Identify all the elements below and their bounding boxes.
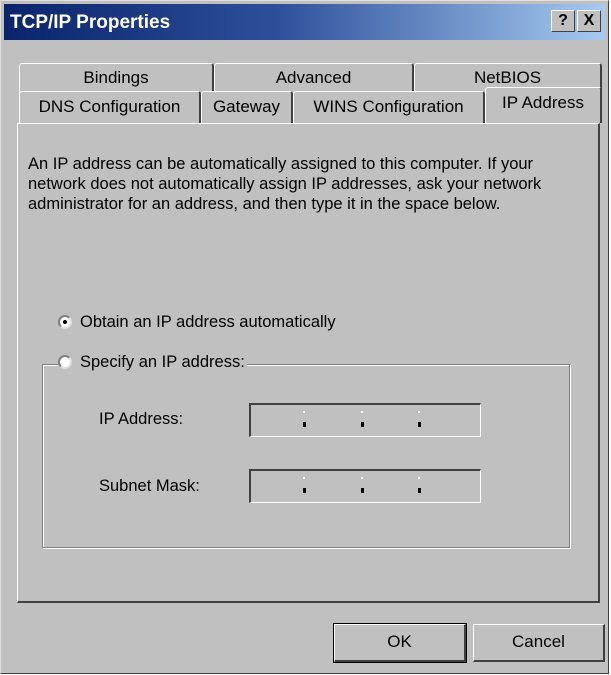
tab-ip-address[interactable]: IP Address — [485, 87, 602, 123]
tab-advanced[interactable]: Advanced — [214, 63, 414, 93]
ip-address-panel: An IP address can be automatically assig… — [17, 123, 600, 603]
cancel-button[interactable]: Cancel — [473, 624, 605, 662]
tab-row-front: DNS Configuration Gateway WINS Configura… — [19, 87, 602, 123]
tab-wins-configuration[interactable]: WINS Configuration — [293, 91, 485, 123]
specify-ip-radio[interactable] — [58, 355, 72, 369]
ip-address-octet-dot — [418, 411, 420, 413]
subnet-mask-label: Subnet Mask: — [99, 477, 200, 495]
specify-ip-address-option[interactable]: Specify an IP address: — [58, 352, 247, 372]
obtain-ip-automatically-option[interactable]: Obtain an IP address automatically — [58, 312, 338, 332]
title-bar[interactable]: TCP/IP Properties ? X — [4, 4, 605, 40]
ip-address-separator-1 — [303, 422, 306, 427]
tab-dns-configuration[interactable]: DNS Configuration — [19, 91, 201, 123]
specify-ip-groupbox: IP Address: Subnet Mask: — [42, 364, 570, 548]
subnet-mask-octet-dot — [303, 477, 305, 479]
tcpip-properties-dialog: TCP/IP Properties ? X Bindings Advanced … — [0, 0, 609, 674]
ip-address-separator-3 — [418, 422, 421, 427]
obtain-ip-radio[interactable] — [58, 315, 72, 329]
subnet-mask-octet-dot — [418, 477, 420, 479]
ip-address-octet-dot — [303, 411, 305, 413]
tab-bindings[interactable]: Bindings — [19, 63, 214, 93]
subnet-mask-octet-dot — [361, 477, 363, 479]
ip-address-octet-dot — [361, 411, 363, 413]
ip-address-field[interactable] — [249, 403, 481, 437]
tab-gateway[interactable]: Gateway — [201, 91, 293, 123]
close-button[interactable]: X — [577, 10, 601, 32]
ok-button[interactable]: OK — [333, 623, 467, 663]
help-button[interactable]: ? — [551, 10, 575, 32]
subnet-mask-separator-2 — [361, 488, 364, 493]
obtain-ip-label: Obtain an IP address automatically — [80, 312, 336, 331]
specify-ip-label: Specify an IP address: — [80, 352, 245, 371]
description-text: An IP address can be automatically assig… — [28, 155, 542, 213]
subnet-mask-separator-3 — [418, 488, 421, 493]
subnet-mask-separator-1 — [303, 488, 306, 493]
ip-address-label: IP Address: — [99, 410, 184, 428]
subnet-mask-field[interactable] — [249, 469, 481, 503]
window-title: TCP/IP Properties — [10, 12, 171, 33]
ip-address-separator-2 — [361, 422, 364, 427]
